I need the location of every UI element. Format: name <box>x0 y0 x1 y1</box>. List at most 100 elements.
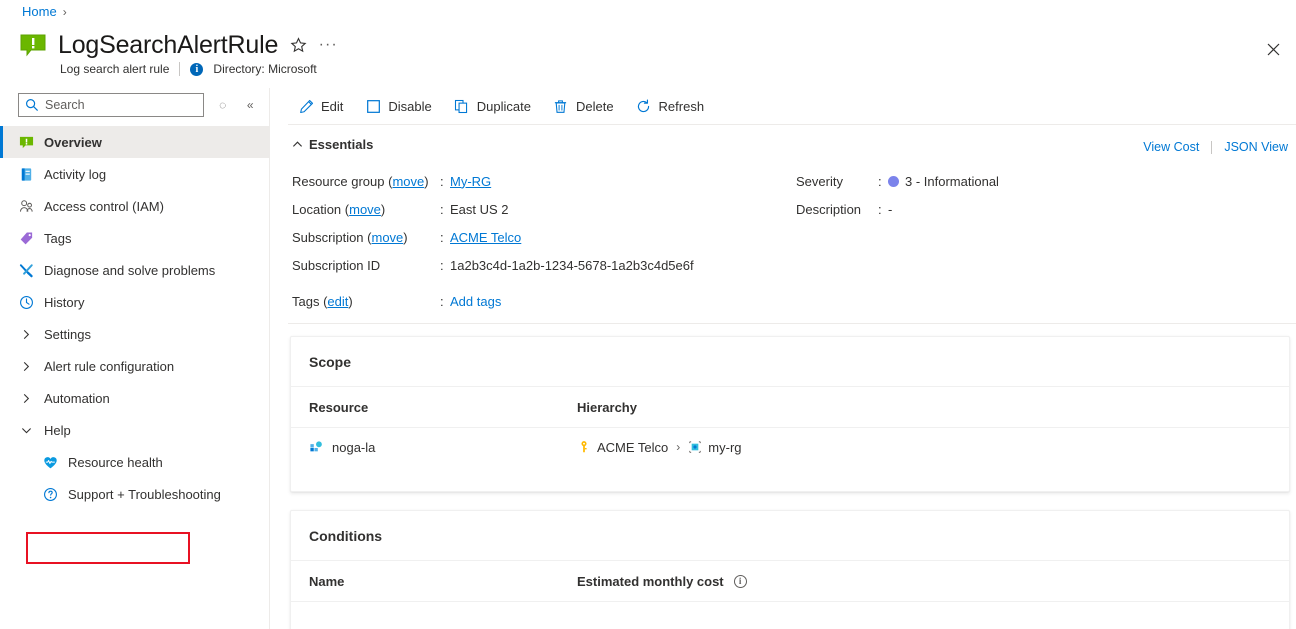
clock-icon <box>18 294 34 310</box>
essentials-links: View Cost JSON View <box>1143 140 1288 154</box>
breadcrumb-home[interactable]: Home <box>22 4 57 19</box>
tags-label: Tags (edit) <box>292 293 353 309</box>
chevron-up-icon <box>292 139 303 150</box>
resource-group-link[interactable]: My-RG <box>450 174 491 189</box>
conditions-card: Conditions Name Estimated monthly cost i <box>290 510 1290 629</box>
resource-group-move-link[interactable]: move <box>392 174 424 189</box>
refresh-icon <box>636 98 652 114</box>
activity-log-icon <box>18 166 34 182</box>
essentials-title: Essentials <box>309 137 374 152</box>
row-colon: : <box>440 229 444 245</box>
copy-icon <box>454 98 470 114</box>
row-colon: : <box>878 201 882 217</box>
sidebar-group-alert-rule-configuration[interactable]: Alert rule configuration <box>0 350 269 382</box>
resource-type-label: Log search alert rule <box>60 62 170 76</box>
sidebar-item-label: Resource health <box>68 454 163 470</box>
severity-text: 3 - Informational <box>905 173 999 189</box>
essentials-row-subscription-id: Subscription ID : 1a2b3c4d-1a2b-1234-567… <box>292 251 794 279</box>
row-colon: : <box>440 173 444 189</box>
location-value: East US 2 <box>450 201 509 217</box>
view-cost-link[interactable]: View Cost <box>1143 140 1199 154</box>
pencil-icon <box>298 98 314 114</box>
essentials-section: Essentials View Cost JSON View Resource … <box>288 132 1296 324</box>
sidebar-group-settings[interactable]: Settings <box>0 318 269 350</box>
log-analytics-workspace-icon <box>309 440 324 455</box>
essentials-divider <box>288 323 1296 324</box>
sidebar-nav-list: Overview Activity log Access control (IA… <box>0 126 269 510</box>
sidebar-item-label: Automation <box>44 390 110 406</box>
links-divider <box>1211 140 1213 154</box>
subscription-label: Subscription (move) <box>292 229 408 245</box>
subscription-id-label: Subscription ID <box>292 257 381 273</box>
sidebar-item-history[interactable]: History <box>0 286 269 318</box>
subscription-move-link[interactable]: move <box>372 230 404 245</box>
table-row[interactable]: noga-la ACME Telco › my-rg <box>291 428 1289 466</box>
essentials-row-description: Description : - <box>796 195 1296 223</box>
sidebar-item-label: Alert rule configuration <box>44 358 175 374</box>
sidebar-item-overview[interactable]: Overview <box>0 126 269 158</box>
essentials-grid: Resource group (move) : My-RG Location (… <box>288 167 1296 279</box>
sidebar-item-tags[interactable]: Tags <box>0 222 269 254</box>
subscription-value: ACME Telco <box>450 230 521 245</box>
sidebar-item-diagnose[interactable]: Diagnose and solve problems <box>0 254 269 286</box>
sidebar-group-help[interactable]: Help <box>0 414 269 446</box>
tags-edit-link[interactable]: edit <box>327 294 348 309</box>
question-circle-icon <box>42 486 58 502</box>
scope-hierarchy-subscription: ACME Telco <box>597 439 669 455</box>
delete-button[interactable]: Delete <box>543 91 624 121</box>
more-options-icon[interactable]: ··· <box>318 35 338 55</box>
scope-table-header: Resource Hierarchy <box>291 387 1289 427</box>
severity-dot-icon <box>888 175 899 187</box>
row-colon: : <box>878 173 882 189</box>
sidebar-refresh-icon[interactable]: ◌ <box>214 96 232 114</box>
sidebar-item-resource-health[interactable]: Resource health <box>0 446 269 478</box>
command-toolbar: Edit Disable Duplicate Delete Refresh <box>288 90 1296 122</box>
severity-value: 3 - Informational <box>888 174 999 189</box>
sidebar-group-automation[interactable]: Automation <box>0 382 269 414</box>
sidebar-item-access-control[interactable]: Access control (IAM) <box>0 190 269 222</box>
sidebar-collapse-icon[interactable]: « <box>241 96 259 114</box>
description-label: Description <box>796 201 862 217</box>
json-view-link[interactable]: JSON View <box>1224 140 1288 154</box>
subscription-id-value: 1a2b3c4d-1a2b-1234-5678-1a2b3c4d5e6f <box>450 257 694 273</box>
subtitle-divider <box>179 62 181 76</box>
scope-col-resource-header: Resource <box>309 399 369 415</box>
sidebar-item-activity-log[interactable]: Activity log <box>0 158 269 190</box>
severity-label: Severity <box>796 173 843 189</box>
search-input[interactable] <box>43 97 203 113</box>
search-icon <box>25 98 39 112</box>
chevron-right-icon <box>18 326 34 342</box>
search-box[interactable] <box>18 93 204 117</box>
refresh-button[interactable]: Refresh <box>626 91 715 121</box>
location-move-link[interactable]: move <box>349 202 381 217</box>
checkbox-icon <box>365 98 381 114</box>
resource-group-value: My-RG <box>450 174 491 189</box>
info-icon[interactable]: i <box>733 574 747 588</box>
scope-resource-cell: noga-la <box>309 440 577 455</box>
alert-rule-icon <box>18 30 48 60</box>
scope-resource-name: noga-la <box>332 439 376 455</box>
sidebar: ◌ « Overview <box>0 88 270 629</box>
diagnose-icon <box>18 262 34 278</box>
scope-hierarchy-cell: ACME Telco › my-rg <box>577 440 742 455</box>
sidebar-item-label: Diagnose and solve problems <box>44 262 216 278</box>
scope-card-title: Scope <box>309 354 352 370</box>
edit-button[interactable]: Edit <box>288 91 353 121</box>
alert-rule-icon <box>18 134 34 150</box>
table-row[interactable] <box>291 602 1289 629</box>
add-tags-link[interactable]: Add tags <box>450 294 501 309</box>
sidebar-item-label: History <box>44 294 85 310</box>
close-blade-button[interactable] <box>1258 34 1288 64</box>
tag-icon <box>18 230 34 246</box>
row-colon: : <box>440 293 444 309</box>
sidebar-item-label: Access control (IAM) <box>44 198 164 214</box>
favorite-star-icon[interactable] <box>288 35 308 55</box>
subscription-link[interactable]: ACME Telco <box>450 230 521 245</box>
essentials-left-column: Resource group (move) : My-RG Location (… <box>292 167 794 279</box>
essentials-row-severity: Severity : 3 - Informational <box>796 167 1296 195</box>
key-icon <box>577 440 591 454</box>
duplicate-button[interactable]: Duplicate <box>444 91 541 121</box>
disable-button[interactable]: Disable <box>355 91 441 121</box>
sidebar-item-support-troubleshooting[interactable]: Support + Troubleshooting <box>0 478 269 510</box>
essentials-row-tags: Tags (edit) : Add tags <box>288 287 1296 315</box>
